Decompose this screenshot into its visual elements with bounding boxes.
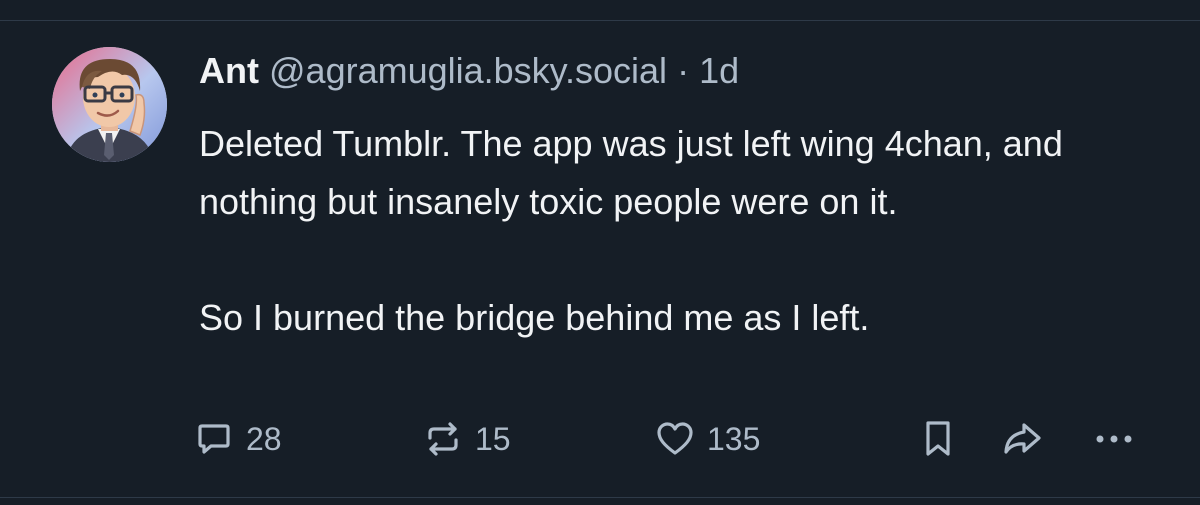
post[interactable]: Ant @agramuglia.bsky.social · 1d Deleted… bbox=[0, 21, 1200, 497]
post-actions: 28 15 135 bbox=[0, 411, 1200, 467]
post-header: Ant @agramuglia.bsky.social · 1d bbox=[199, 49, 739, 93]
like-button[interactable]: 135 bbox=[655, 411, 760, 467]
post-body: Deleted Tumblr. The app was just left wi… bbox=[199, 115, 1159, 347]
share-arrow-icon bbox=[1002, 419, 1042, 459]
repost-arrows-icon bbox=[423, 419, 463, 459]
author-handle[interactable]: @agramuglia.bsky.social bbox=[269, 50, 667, 91]
bookmark-icon bbox=[918, 419, 958, 459]
post-paragraph-1: Deleted Tumblr. The app was just left wi… bbox=[199, 123, 1063, 222]
reply-count: 28 bbox=[246, 420, 282, 457]
bottom-divider bbox=[0, 497, 1200, 498]
header-separator: · bbox=[677, 50, 690, 91]
reply-button[interactable]: 28 bbox=[194, 411, 282, 467]
post-timestamp[interactable]: 1d bbox=[699, 50, 739, 91]
repost-count: 15 bbox=[475, 420, 511, 457]
speech-bubble-icon bbox=[194, 419, 234, 459]
ellipsis-icon bbox=[1094, 419, 1134, 459]
like-count: 135 bbox=[707, 420, 761, 457]
heart-icon bbox=[655, 419, 695, 459]
author-display-name[interactable]: Ant bbox=[199, 50, 259, 91]
post-paragraph-2: So I burned the bridge behind me as I le… bbox=[199, 297, 870, 338]
share-button[interactable] bbox=[1002, 411, 1042, 467]
more-options-button[interactable] bbox=[1094, 411, 1134, 467]
bookmark-button[interactable] bbox=[918, 411, 958, 467]
avatar[interactable] bbox=[52, 47, 167, 162]
repost-button[interactable]: 15 bbox=[423, 411, 511, 467]
